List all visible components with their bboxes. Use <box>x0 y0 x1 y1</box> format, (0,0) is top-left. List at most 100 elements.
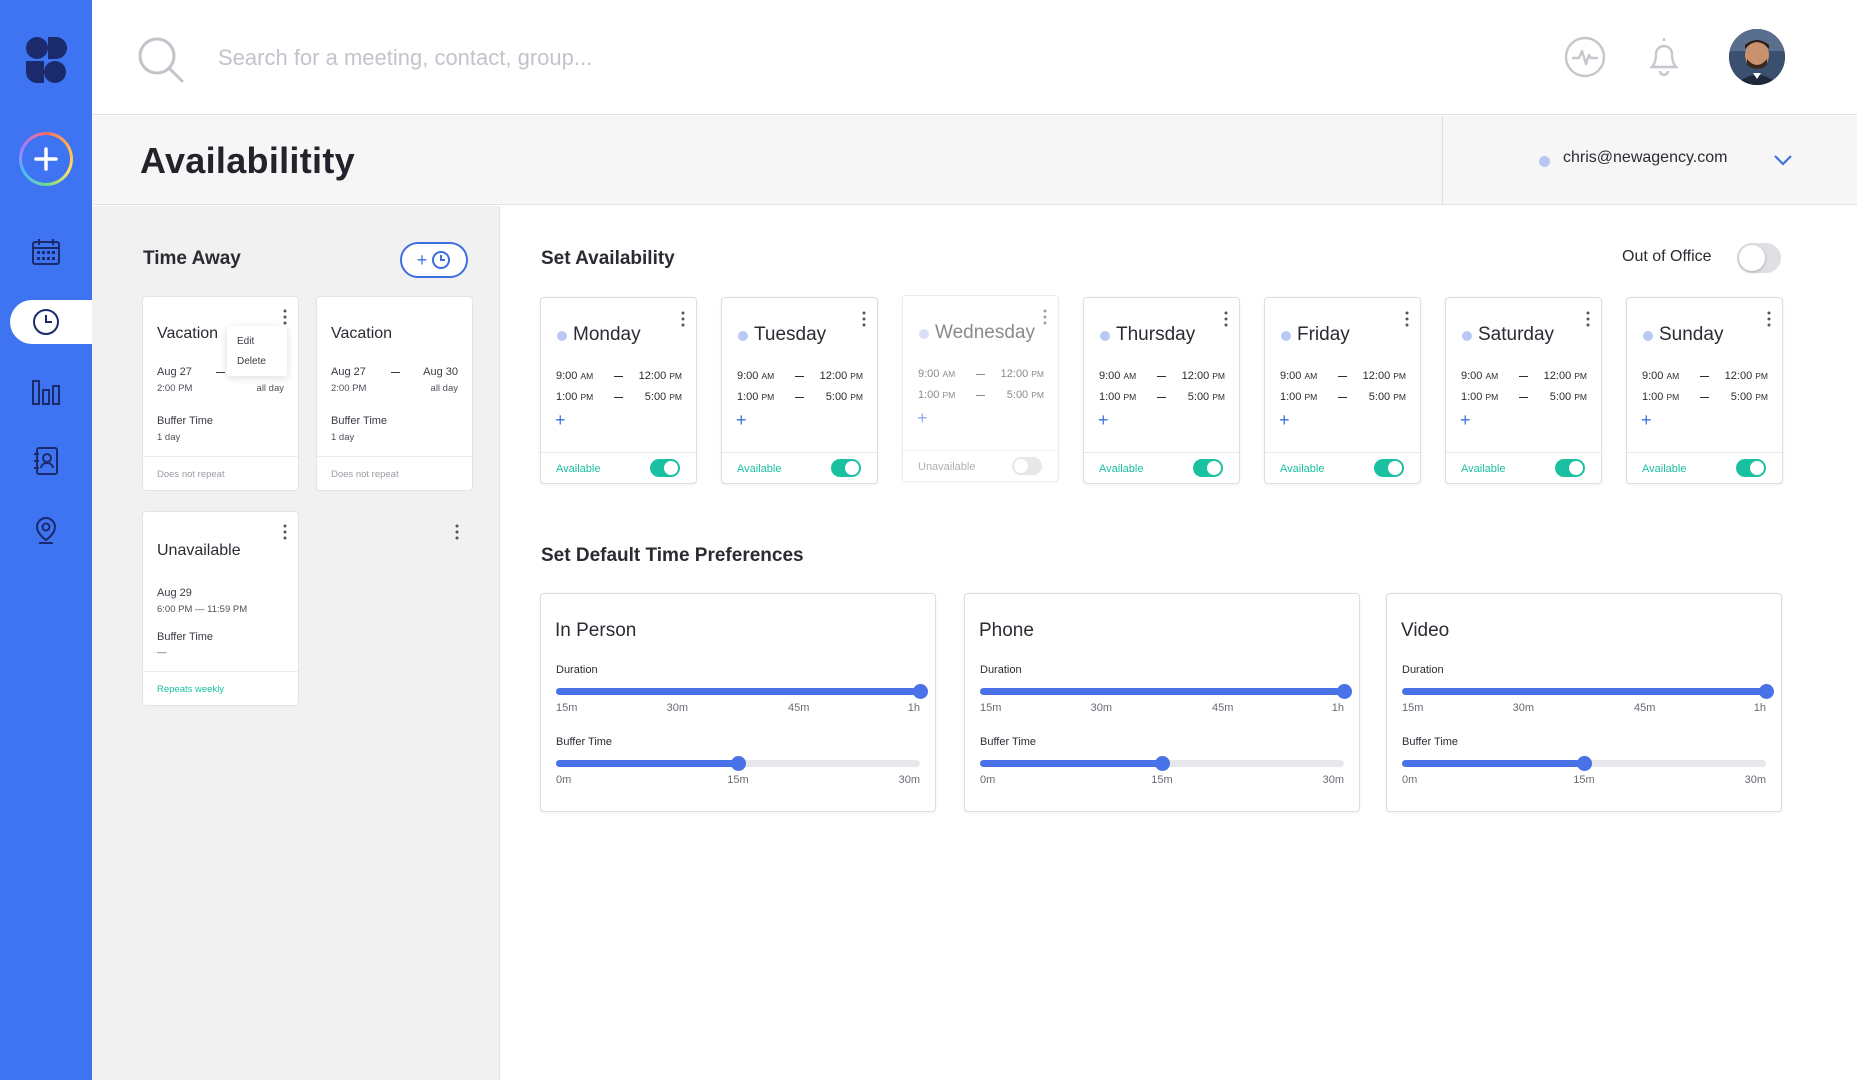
slider-ticks: 0m 15m 30m <box>980 774 1344 788</box>
kebab-menu-icon[interactable] <box>1404 311 1410 327</box>
day-availability-toggle[interactable] <box>831 459 861 477</box>
chevron-down-icon[interactable] <box>1771 148 1795 172</box>
kebab-menu-icon[interactable] <box>454 524 460 540</box>
slider-thumb[interactable] <box>731 756 746 771</box>
day-availability-toggle[interactable] <box>1012 457 1042 475</box>
day-status-text: Available <box>1099 463 1144 475</box>
day-availability-toggle[interactable] <box>1736 459 1766 477</box>
buffer-value: — <box>157 647 167 658</box>
slider-tick-label: 1h <box>907 702 920 714</box>
date-dash <box>391 372 400 373</box>
kebab-menu-icon[interactable] <box>282 524 288 540</box>
day-card-saturday[interactable]: Saturday 9:00 AM 12:00 PM 1:00 PM 5:00 PM + Av… <box>1445 297 1602 484</box>
slot-end: 12:00 PM <box>1181 370 1225 382</box>
day-status-text: Available <box>1280 463 1325 475</box>
slider-thumb[interactable] <box>1155 756 1170 771</box>
day-card-friday[interactable]: Friday 9:00 AM 12:00 PM 1:00 PM 5:00 PM + Avai… <box>1264 297 1421 484</box>
kebab-menu-icon[interactable] <box>680 311 686 327</box>
location-icon[interactable] <box>28 513 64 549</box>
slot-start: 9:00 AM <box>556 370 594 382</box>
menu-item-edit[interactable]: Edit <box>237 336 254 347</box>
search-icon[interactable] <box>136 35 186 85</box>
add-button[interactable] <box>19 132 73 186</box>
bar-chart-icon[interactable] <box>28 374 64 410</box>
slot-end: 5:00 PM <box>825 391 863 403</box>
day-name: Friday <box>1297 324 1350 345</box>
add-slot-button[interactable]: + <box>1098 410 1109 431</box>
card-footer: Repeats weekly <box>143 671 298 705</box>
slot-end: 12:00 PM <box>1000 368 1044 380</box>
slider-fill <box>556 688 920 695</box>
day-card-sunday[interactable]: Sunday 9:00 AM 12:00 PM 1:00 PM 5:00 PM + Avai… <box>1626 297 1783 484</box>
contacts-icon[interactable] <box>28 443 64 479</box>
add-slot-button[interactable]: + <box>736 410 747 431</box>
time-away-card[interactable]: Vacation Aug 27 2:00 PM Aug 30 all day B… <box>316 296 473 491</box>
sidebar-item-availability[interactable] <box>10 300 92 344</box>
day-card-monday[interactable]: Monday 9:00 AM 12:00 PM 1:00 PM 5:00 PM + Avai… <box>540 297 697 484</box>
slider-tick-label: 1h <box>1753 702 1766 714</box>
add-slot-button[interactable]: + <box>1279 410 1290 431</box>
out-of-office-toggle[interactable] <box>1737 243 1781 273</box>
time-away-card[interactable]: Unavailable Aug 29 6:00 PM — 11:59 PM Bu… <box>142 511 299 706</box>
day-availability-toggle[interactable] <box>1374 459 1404 477</box>
app-logo-icon[interactable] <box>24 36 68 84</box>
slider-fill <box>1402 760 1584 767</box>
day-availability-toggle[interactable] <box>1555 459 1585 477</box>
slot-start: 1:00 PM <box>1461 391 1499 403</box>
duration-slider[interactable] <box>980 684 1352 699</box>
kebab-menu-icon[interactable] <box>1042 309 1048 325</box>
day-status-dot <box>1281 331 1291 341</box>
add-slot-button[interactable]: + <box>1641 410 1652 431</box>
clock-icon <box>28 304 64 340</box>
slider-tick-label: 30m <box>666 702 689 714</box>
card-footer: Does not repeat <box>143 456 298 490</box>
activity-icon[interactable] <box>1564 36 1606 78</box>
slider-thumb[interactable] <box>1337 684 1352 699</box>
bell-icon[interactable] <box>1644 34 1684 78</box>
menu-item-delete[interactable]: Delete <box>237 356 266 367</box>
duration-slider[interactable] <box>1402 684 1774 699</box>
add-slot-button[interactable]: + <box>1460 410 1471 431</box>
kebab-menu-icon[interactable] <box>1766 311 1772 327</box>
clock-icon <box>432 251 451 269</box>
account-selector[interactable]: chris@newagency.com <box>1442 116 1857 205</box>
sidebar <box>0 0 92 1080</box>
day-status-dot <box>919 329 929 339</box>
slider-thumb[interactable] <box>1577 756 1592 771</box>
duration-slider[interactable] <box>556 684 928 699</box>
day-card-thursday[interactable]: Thursday 9:00 AM 12:00 PM 1:00 PM 5:00 PM + Av… <box>1083 297 1240 484</box>
buffer-time-slider[interactable] <box>980 756 1344 771</box>
day-availability-toggle[interactable] <box>650 459 680 477</box>
add-time-away-button[interactable]: + <box>400 242 468 278</box>
time-away-card[interactable]: Vacation Aug 27 2:00 PM all day Buffer T… <box>142 296 299 491</box>
day-name: Tuesday <box>754 324 827 345</box>
slider-thumb[interactable] <box>913 684 928 699</box>
day-card-footer: Available <box>1084 452 1239 483</box>
kebab-menu-icon[interactable] <box>1223 311 1229 327</box>
add-slot-button[interactable]: + <box>917 408 928 429</box>
slider-tick-label: 15m <box>556 702 578 714</box>
slider-fill <box>980 760 1162 767</box>
avatar[interactable] <box>1729 29 1785 85</box>
preference-title: In Person <box>555 620 637 641</box>
day-card-wednesday[interactable]: Wednesday 9:00 AM 12:00 PM 1:00 PM 5:00 PM + U… <box>902 295 1059 482</box>
buffer-time-slider[interactable] <box>1402 756 1766 771</box>
kebab-menu-icon[interactable] <box>1585 311 1591 327</box>
calendar-icon[interactable] <box>28 234 64 270</box>
buffer-label: Buffer Time <box>157 415 214 427</box>
day-availability-toggle[interactable] <box>1193 459 1223 477</box>
search-input[interactable] <box>218 38 918 78</box>
slot-dash <box>976 395 985 396</box>
day-card-tuesday[interactable]: Tuesday 9:00 AM 12:00 PM 1:00 PM 5:00 PM + Ava… <box>721 297 878 484</box>
buffer-time-slider[interactable] <box>556 756 920 771</box>
kebab-menu-icon[interactable] <box>282 309 288 325</box>
end-time: all day <box>256 383 284 394</box>
add-slot-button[interactable]: + <box>555 410 566 431</box>
slider-thumb[interactable] <box>1759 684 1774 699</box>
day-status-text: Available <box>1642 463 1687 475</box>
buffer-time-label: Buffer Time <box>556 736 613 748</box>
kebab-menu-icon[interactable] <box>861 311 867 327</box>
day-status-text: Available <box>737 463 782 475</box>
plus-icon: + <box>416 249 428 270</box>
slot-dash <box>1519 376 1528 377</box>
